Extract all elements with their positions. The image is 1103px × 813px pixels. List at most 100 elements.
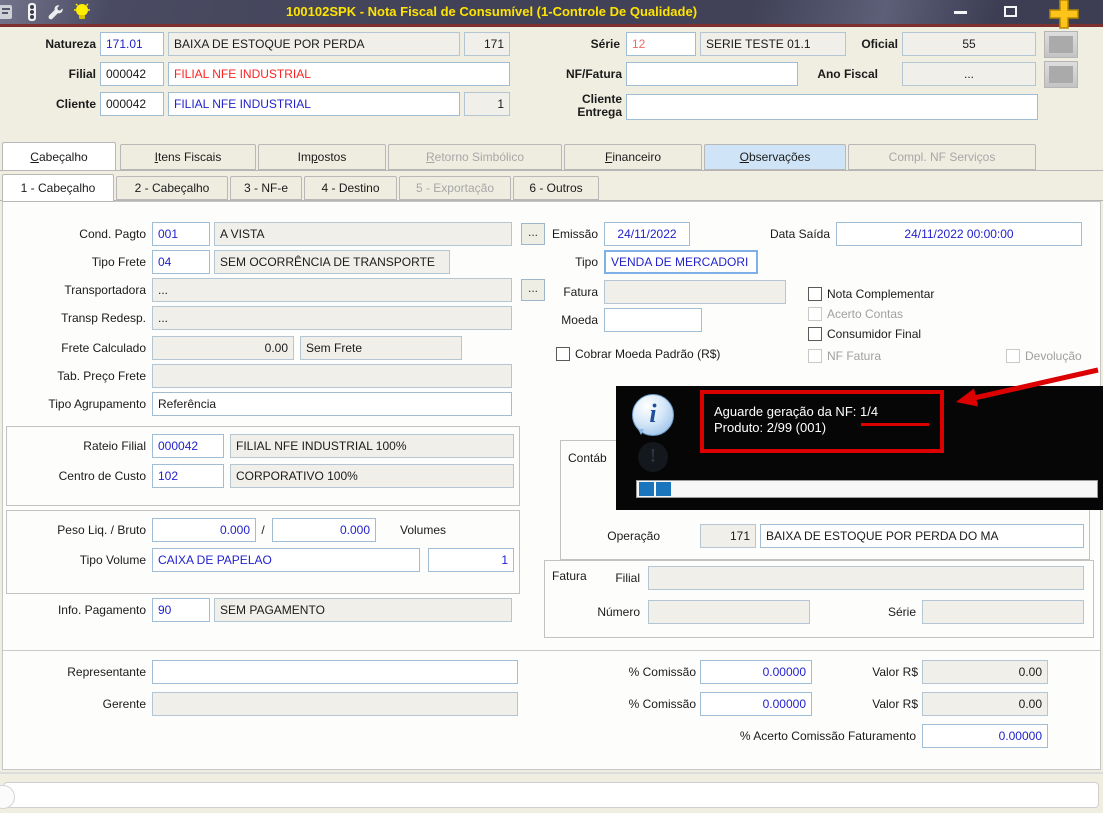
consumidor-final-checkbox[interactable]: Consumidor Final bbox=[808, 326, 921, 342]
transp-redesp-input[interactable]: ... bbox=[152, 306, 512, 330]
acerto-contas-checkbox: Acerto Contas bbox=[808, 306, 903, 322]
fatura-numero-input bbox=[648, 600, 810, 624]
tab-impostos[interactable]: Impostos bbox=[258, 144, 386, 170]
transp-redesp-label: Transp Redesp. bbox=[61, 311, 146, 325]
data-saida-input[interactable]: 24/11/2022 00:00:00 bbox=[836, 222, 1082, 246]
progress-bar bbox=[636, 480, 1098, 498]
serie-input[interactable]: 12 bbox=[626, 32, 696, 56]
footer-divider bbox=[0, 772, 1103, 774]
ano-fiscal-label: Ano Fiscal bbox=[817, 67, 878, 81]
emissao-input[interactable]: 24/11/2022 bbox=[604, 222, 690, 246]
natureza-description: BAIXA DE ESTOQUE POR PERDA bbox=[168, 32, 460, 56]
subtab-2-cabecalho[interactable]: 2 - Cabeçalho bbox=[116, 176, 228, 200]
operacao-description[interactable]: BAIXA DE ESTOQUE POR PERDA DO MA bbox=[760, 524, 1084, 548]
moeda-input[interactable] bbox=[604, 308, 702, 332]
info-icon bbox=[632, 394, 674, 436]
subtab-3-nfe[interactable]: 3 - NF-e bbox=[230, 176, 302, 200]
tipo-agrupamento-label: Tipo Agrupamento bbox=[48, 397, 146, 411]
emissao-label: Emissão bbox=[551, 227, 598, 241]
header-tool-button-2[interactable] bbox=[1044, 61, 1078, 88]
rateio-filial-input[interactable]: 000042 bbox=[152, 434, 224, 458]
fatura-label: Fatura bbox=[563, 285, 598, 299]
frete-calculado-label: Frete Calculado bbox=[61, 341, 146, 355]
transportadora-input[interactable]: ... bbox=[152, 278, 512, 302]
tab-compl-nf-servicos: Compl. NF Serviços bbox=[848, 144, 1036, 170]
maximize-button[interactable] bbox=[998, 4, 1024, 20]
tipo-volume-input[interactable]: CAIXA DE PAPELAO bbox=[152, 548, 420, 572]
app-window: 100102SPK - Nota Fiscal de Consumível (1… bbox=[0, 0, 1103, 813]
comissao1-input[interactable]: 0.00000 bbox=[700, 660, 812, 684]
subtab-5-exportacao: 5 - Exportação bbox=[399, 176, 511, 200]
nf-fatura-input[interactable] bbox=[626, 62, 798, 86]
peso-bruto-input[interactable]: 0.000 bbox=[272, 518, 376, 542]
close-plus-icon[interactable] bbox=[1044, 0, 1084, 32]
progress-block bbox=[639, 482, 654, 496]
acerto-comissao-input[interactable]: 0.00000 bbox=[922, 724, 1048, 748]
frete-tipo-select: Sem Frete bbox=[300, 336, 462, 360]
filial-input[interactable]: 000042 bbox=[100, 62, 164, 86]
cliente-description: FILIAL NFE INDUSTRIAL bbox=[168, 92, 460, 116]
cond-pagto-description: A VISTA bbox=[214, 222, 512, 246]
valor1-label: Valor R$ bbox=[872, 665, 918, 679]
checkbox-icon bbox=[1006, 349, 1020, 363]
peso-liquido-input[interactable]: 0.000 bbox=[152, 518, 256, 542]
info-pagamento-label: Info. Pagamento bbox=[57, 603, 146, 617]
tab-strip-baseline bbox=[0, 170, 1103, 171]
volumes-input[interactable]: 1 bbox=[428, 548, 514, 572]
window-title: 100102SPK - Nota Fiscal de Consumível (1… bbox=[285, 4, 698, 19]
gerente-label: Gerente bbox=[102, 697, 146, 711]
operacao-code: 171 bbox=[700, 524, 756, 548]
rateio-filial-description: FILIAL NFE INDUSTRIAL 100% bbox=[230, 434, 514, 458]
wrench-icon[interactable] bbox=[46, 3, 64, 21]
filial-description: FILIAL NFE INDUSTRIAL bbox=[168, 62, 510, 86]
nota-complementar-checkbox[interactable]: Nota Complementar bbox=[808, 286, 934, 302]
tab-financeiro[interactable]: Financeiro bbox=[564, 144, 702, 170]
serie-description: SERIE TESTE 01.1 bbox=[700, 32, 846, 56]
tab-observacoes[interactable]: Observações bbox=[704, 144, 846, 170]
tab-itens-fiscais[interactable]: Itens Fiscais bbox=[120, 144, 256, 170]
minimize-button[interactable] bbox=[948, 4, 974, 20]
volumes-label: Volumes bbox=[400, 523, 447, 537]
devolucao-checkbox: Devolução bbox=[1006, 348, 1082, 364]
lightbulb-icon[interactable] bbox=[72, 2, 92, 22]
valor1-value: 0.00 bbox=[922, 660, 1048, 684]
window-icon bbox=[0, 5, 12, 19]
natureza-extra: 171 bbox=[464, 32, 510, 56]
peso-label: Peso Liq. / Bruto bbox=[57, 523, 146, 537]
operacao-label: Operação bbox=[607, 529, 660, 543]
natureza-label: Natureza bbox=[45, 37, 96, 51]
tipo-input[interactable]: VENDA DE MERCADORI bbox=[604, 250, 758, 274]
cond-pagto-input[interactable]: 001 bbox=[152, 222, 210, 246]
tab-cabecalho[interactable]: Cabeçalho bbox=[2, 142, 116, 171]
fatura-serie-label: Série bbox=[887, 605, 916, 619]
traffic-light-icon[interactable] bbox=[22, 2, 42, 22]
fatura-filial-label: Filial bbox=[615, 571, 640, 585]
tipo-frete-input[interactable]: 04 bbox=[152, 250, 210, 274]
natureza-input[interactable]: 171.01 bbox=[100, 32, 164, 56]
comissao2-label: % Comissão bbox=[628, 697, 696, 711]
subtab-6-outros[interactable]: 6 - Outros bbox=[513, 176, 599, 200]
oficial-value: 55 bbox=[902, 32, 1036, 56]
centro-custo-input[interactable]: 102 bbox=[152, 464, 224, 488]
checkbox-icon bbox=[808, 349, 822, 363]
valor2-value: 0.00 bbox=[922, 692, 1048, 716]
serie-label: Série bbox=[590, 37, 620, 51]
progress-block bbox=[656, 482, 671, 496]
cliente-entrega-input[interactable] bbox=[626, 94, 1038, 120]
cliente-input[interactable]: 000042 bbox=[100, 92, 164, 116]
comissao2-input[interactable]: 0.00000 bbox=[700, 692, 812, 716]
moeda-label: Moeda bbox=[561, 313, 598, 327]
progress-dialog: Aguarde geração da NF: 1/4 Produto: 2/99… bbox=[616, 386, 1103, 510]
subtab-4-destino[interactable]: 4 - Destino bbox=[304, 176, 397, 200]
subtab-1-cabecalho[interactable]: 1 - Cabeçalho bbox=[2, 174, 114, 202]
tab-retorno-simbolico: Retorno Simbólico bbox=[388, 144, 562, 170]
header-tool-button-1[interactable] bbox=[1044, 31, 1078, 58]
tab-preco-frete-label: Tab. Preço Frete bbox=[57, 369, 146, 383]
gerente-input bbox=[152, 692, 518, 716]
info-pagamento-input[interactable]: 90 bbox=[152, 598, 210, 622]
cond-pagto-label: Cond. Pagto bbox=[79, 227, 146, 241]
annotation-underline bbox=[861, 423, 929, 426]
representante-input[interactable] bbox=[152, 660, 518, 684]
cobrar-moeda-checkbox[interactable]: Cobrar Moeda Padrão (R$) bbox=[556, 346, 720, 362]
tipo-agrupamento-select[interactable]: Referência bbox=[152, 392, 512, 416]
